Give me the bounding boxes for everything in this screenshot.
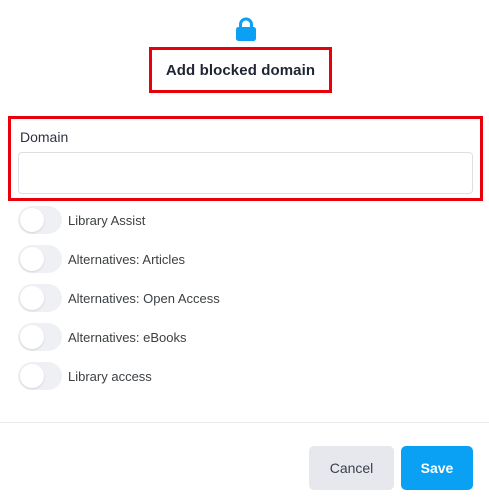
toggle-label: Library Assist (68, 212, 146, 228)
toggle-label: Alternatives: Articles (68, 251, 186, 267)
toggle-knob (20, 208, 44, 232)
domain-label: Domain (20, 129, 69, 145)
domain-field-group: Domain (8, 116, 483, 201)
toggle-alternatives-open-access[interactable]: Alternatives: Open Access (18, 283, 458, 313)
save-button[interactable]: Save (401, 446, 473, 490)
lock-icon (235, 17, 257, 41)
cancel-button[interactable]: Cancel (309, 446, 394, 490)
toggle-switch[interactable] (18, 206, 62, 234)
toggle-library-access[interactable]: Library access (18, 361, 458, 391)
toggle-knob (20, 247, 44, 271)
title-highlight: Add blocked domain (149, 47, 332, 93)
toggle-switch[interactable] (18, 284, 62, 312)
toggle-alternatives-ebooks[interactable]: Alternatives: eBooks (18, 322, 458, 352)
domain-input[interactable] (18, 152, 473, 194)
toggle-library-assist[interactable]: Library Assist (18, 205, 458, 235)
footer-divider (0, 422, 489, 423)
toggle-label: Alternatives: eBooks (68, 329, 187, 345)
toggle-knob (20, 325, 44, 349)
dialog-title: Add blocked domain (165, 61, 316, 79)
add-blocked-domain-dialog: Add blocked domain Domain Library Assist… (0, 0, 489, 504)
toggle-switch[interactable] (18, 362, 62, 390)
toggle-label: Library access (68, 368, 152, 384)
toggle-alternatives-articles[interactable]: Alternatives: Articles (18, 244, 458, 274)
toggle-switch[interactable] (18, 323, 62, 351)
toggle-label: Alternatives: Open Access (68, 290, 220, 306)
toggle-switch[interactable] (18, 245, 62, 273)
toggle-knob (20, 364, 44, 388)
toggle-knob (20, 286, 44, 310)
